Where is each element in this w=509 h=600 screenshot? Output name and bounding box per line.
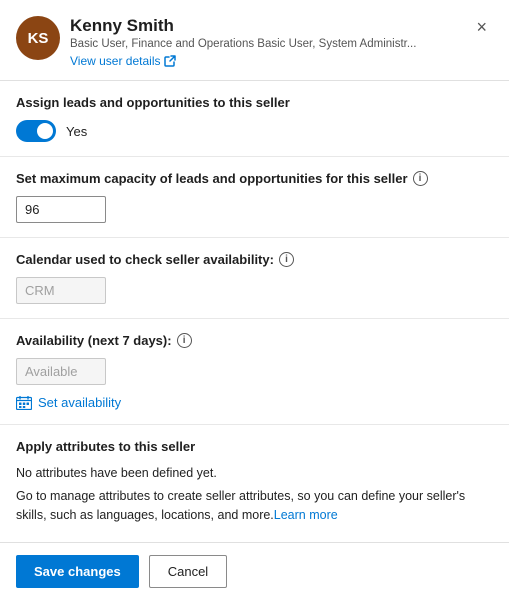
capacity-label: Set maximum capacity of leads and opport… <box>16 171 408 186</box>
content: Assign leads and opportunities to this s… <box>0 81 509 542</box>
header: KS Kenny Smith Basic User, Finance and O… <box>0 0 509 81</box>
availability-section: Availability (next 7 days): i <box>0 319 509 425</box>
toggle-thumb <box>37 123 53 139</box>
avatar-initials: KS <box>28 30 49 47</box>
capacity-section: Set maximum capacity of leads and opport… <box>0 157 509 238</box>
assign-section: Assign leads and opportunities to this s… <box>0 81 509 157</box>
attributes-section: Apply attributes to this seller No attri… <box>0 425 509 538</box>
panel: KS Kenny Smith Basic User, Finance and O… <box>0 0 509 600</box>
capacity-input[interactable] <box>16 196 106 223</box>
learn-more-link[interactable]: Learn more <box>274 508 338 522</box>
capacity-info-icon[interactable]: i <box>413 171 428 186</box>
capacity-section-header: Set maximum capacity of leads and opport… <box>16 171 493 186</box>
external-link-icon <box>164 55 176 67</box>
toggle-row: Yes <box>16 120 493 142</box>
calendar-icon <box>16 396 32 410</box>
calendar-label: Calendar used to check seller availabili… <box>16 252 274 267</box>
view-user-details-label: View user details <box>70 54 161 68</box>
availability-input <box>16 358 106 385</box>
availability-section-header: Availability (next 7 days): i <box>16 333 493 348</box>
attributes-description: Go to manage attributes to create seller… <box>16 487 493 525</box>
set-availability-link[interactable]: Set availability <box>16 395 493 410</box>
calendar-section: Calendar used to check seller availabili… <box>0 238 509 319</box>
header-info: Kenny Smith Basic User, Finance and Oper… <box>70 16 470 68</box>
footer: Save changes Cancel <box>0 542 509 600</box>
toggle-yes-label: Yes <box>66 124 87 139</box>
save-changes-button[interactable]: Save changes <box>16 555 139 588</box>
calendar-input <box>16 277 106 304</box>
availability-label: Availability (next 7 days): <box>16 333 172 348</box>
no-attributes-text: No attributes have been defined yet. <box>16 464 493 483</box>
set-availability-label: Set availability <box>38 395 121 410</box>
user-roles: Basic User, Finance and Operations Basic… <box>70 38 470 50</box>
user-name: Kenny Smith <box>70 16 470 36</box>
assign-section-label: Assign leads and opportunities to this s… <box>16 95 493 110</box>
cancel-button[interactable]: Cancel <box>149 555 227 588</box>
attributes-section-label: Apply attributes to this seller <box>16 439 493 454</box>
view-user-details-link[interactable]: View user details <box>70 54 470 68</box>
calendar-section-header: Calendar used to check seller availabili… <box>16 252 493 267</box>
close-button[interactable]: × <box>470 16 493 38</box>
avatar: KS <box>16 16 60 60</box>
assign-toggle[interactable] <box>16 120 56 142</box>
calendar-info-icon[interactable]: i <box>279 252 294 267</box>
availability-info-icon[interactable]: i <box>177 333 192 348</box>
